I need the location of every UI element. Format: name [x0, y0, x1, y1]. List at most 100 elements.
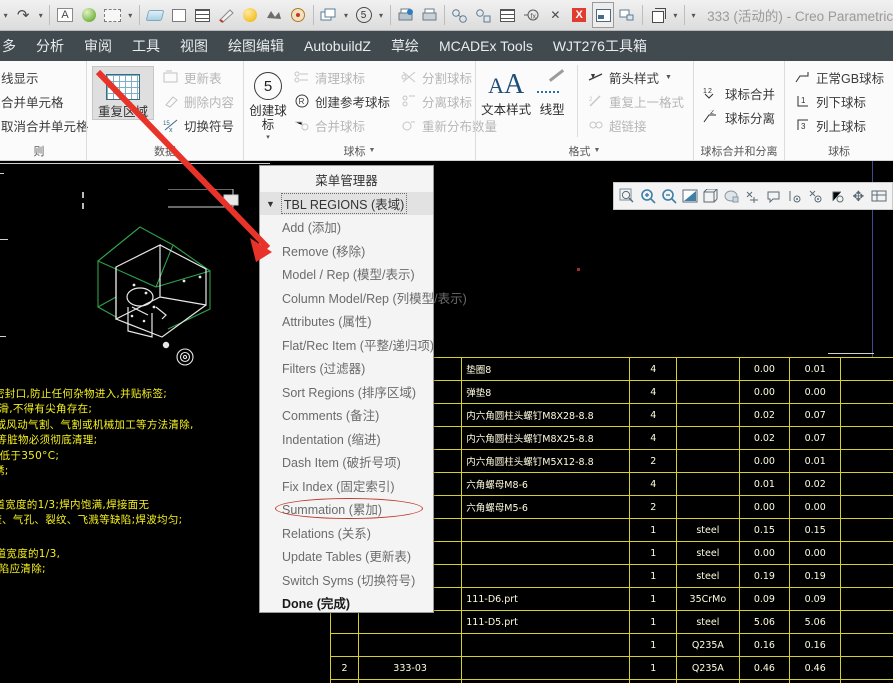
tab-review[interactable]: 审阅	[74, 31, 122, 61]
tab-sketch[interactable]: 草绘	[381, 31, 429, 61]
table-cell-w2[interactable]: 0.00	[789, 541, 842, 565]
zoom-in-icon[interactable]	[637, 184, 658, 208]
menu-item[interactable]: Filters (过滤器)	[260, 356, 433, 380]
table-cell-qty[interactable]: 1	[629, 564, 678, 588]
table-cell-rem[interactable]	[840, 426, 893, 450]
function-icon[interactable]: fx	[521, 2, 543, 28]
spin-center-icon[interactable]: ✥	[848, 184, 869, 208]
window-dropdown-caret[interactable]: ▾	[341, 2, 350, 28]
column-below-balloon-button[interactable]: 1 列下球标	[790, 89, 888, 113]
table-cell-mat[interactable]	[676, 357, 740, 381]
balloon-group-label[interactable]: 球标 ▼	[244, 141, 475, 160]
table-cell-name[interactable]: 板150x200x20	[461, 679, 631, 683]
selection-dropdown-caret[interactable]: ▾	[126, 2, 135, 28]
table-cell-name[interactable]: 内六角圆柱头螺钉M8X25-8.8	[461, 426, 631, 450]
repeat-region-button[interactable]: 重复区域	[92, 66, 154, 121]
table-cell-w2[interactable]: 0.46	[789, 656, 842, 680]
smiley-icon[interactable]	[239, 2, 261, 28]
drawing-canvas[interactable]: ✥ 有或塑料管密封口,防止任何杂物进入,并贴标签; 平整圆滑,不得有尖角存在; …	[0, 161, 893, 683]
menu-manager-header[interactable]: ▼ TBL REGIONS (表域)	[260, 192, 433, 215]
table-cell-name[interactable]: 六角螺母M5-6	[461, 495, 631, 519]
table-cell-w2[interactable]: 0.07	[789, 403, 842, 427]
menu-item[interactable]: Dash Item (破折号项)	[260, 450, 433, 474]
collapse-triangle-icon[interactable]: ▼	[266, 199, 275, 209]
menu-item[interactable]: Indentation (缩进)	[260, 427, 433, 451]
refit-icon[interactable]	[616, 184, 637, 208]
menu-item[interactable]: Column Model/Rep (列模型/表示)	[260, 286, 467, 310]
table-cell-qty[interactable]: 1	[629, 656, 678, 680]
balloon-tool-icon[interactable]	[449, 2, 471, 28]
table-cell-qty[interactable]: 1	[629, 587, 678, 611]
table-row[interactable]: 2 333-03 1 Q235A 0.46 0.46	[330, 656, 893, 680]
table-cell-name[interactable]	[461, 518, 631, 542]
table-row[interactable]: 1333-02板150x200x201Q235A4.644.64	[330, 679, 893, 683]
table-cell-w2[interactable]: 0.02	[789, 472, 842, 496]
table-cell-qty[interactable]: 4	[629, 472, 678, 496]
edit-pen-icon[interactable]	[215, 2, 237, 28]
table-cell-qty[interactable]: 4	[629, 426, 678, 450]
table-cell-w1[interactable]: 0.09	[738, 587, 791, 611]
tab-autobuildz[interactable]: AutobuildZ	[294, 31, 381, 61]
create-ref-balloon-button[interactable]: R 创建参考球标	[289, 89, 394, 113]
clean-balloon-button[interactable]: 清理球标	[289, 65, 394, 89]
menu-item[interactable]: Relations (关系)	[260, 521, 433, 545]
table-cell-w1[interactable]: 0.00	[738, 357, 791, 381]
redo-dropdown-caret[interactable]: ▾	[36, 2, 45, 28]
tab-more[interactable]: 多	[0, 31, 26, 61]
table-cell-mat[interactable]	[676, 472, 740, 496]
line-display-button[interactable]: 线显示	[0, 65, 93, 89]
menu-item[interactable]: Remove (移除)	[260, 239, 433, 263]
table-cell-w2[interactable]: 0.01	[789, 357, 842, 381]
create-balloon-caret[interactable]: ▾	[266, 133, 270, 141]
table-cell-name[interactable]: 111-D6.prt	[461, 587, 631, 611]
window-arrange-icon[interactable]	[318, 2, 340, 28]
print-icon[interactable]	[418, 2, 440, 28]
display-style-icon[interactable]	[700, 184, 721, 208]
tab-view[interactable]: 视图	[170, 31, 218, 61]
plate-icon[interactable]	[144, 2, 166, 28]
table-cell-w2[interactable]: 0.19	[789, 564, 842, 588]
table-cell-w1[interactable]: 0.00	[738, 541, 791, 565]
table-cell-mat[interactable]: Q235A	[676, 633, 740, 657]
table-cell-qty[interactable]: 1	[629, 518, 678, 542]
scale-5-icon[interactable]: 5	[353, 2, 375, 28]
hyperlink-button[interactable]: 超链接	[583, 113, 688, 137]
balloon-merge-button[interactable]: 12 球标合并	[699, 81, 779, 105]
table-cell-rem[interactable]	[840, 380, 893, 404]
table-cell-rem[interactable]	[840, 449, 893, 473]
table-cell-mat[interactable]	[676, 380, 740, 404]
datum-display-icon[interactable]	[742, 184, 763, 208]
table-cell-w1[interactable]: 0.02	[738, 426, 791, 450]
chevron-down-icon[interactable]: ▼	[594, 147, 601, 154]
table-cell-name[interactable]: 六角螺母M8-6	[461, 472, 631, 496]
repeat-region-icon[interactable]	[191, 2, 213, 28]
table-cell-rem[interactable]	[840, 610, 893, 634]
table-cell-idx[interactable]: 2	[330, 656, 359, 680]
cube-view-icon[interactable]	[647, 2, 669, 28]
table-cell-name[interactable]: 111-D5.prt	[461, 610, 631, 634]
table-cell-w1[interactable]: 4.64	[738, 679, 791, 683]
table-cell-mat[interactable]	[676, 449, 740, 473]
model-wireframe-view[interactable]	[28, 189, 258, 389]
window-small-icon[interactable]	[616, 2, 638, 28]
table-cell-mat[interactable]: steel	[676, 518, 740, 542]
tab-drawing-edit[interactable]: 绘图编辑	[218, 31, 294, 61]
menu-item[interactable]: Model / Rep (模型/表示)	[260, 262, 433, 286]
table-cell-idx[interactable]	[330, 633, 359, 657]
table-cell-rem[interactable]	[840, 679, 893, 683]
table-cell-name[interactable]	[461, 541, 631, 565]
table-cell-idx[interactable]: 1	[330, 679, 359, 683]
table-cell-w1[interactable]: 5.06	[738, 610, 791, 634]
table-cell-w1[interactable]: 0.19	[738, 564, 791, 588]
switch-symbols-button[interactable]: 15 x 切换符号	[158, 113, 238, 137]
table-cell-name[interactable]: 内六角圆柱头螺钉M5X12-8.8	[461, 449, 631, 473]
table-cell-qty[interactable]: 4	[629, 403, 678, 427]
close-red-icon[interactable]: X	[568, 2, 590, 28]
table-cell-mat[interactable]: steel	[676, 610, 740, 634]
table-cell-rem[interactable]	[840, 656, 893, 680]
balloon-split-button[interactable]: 2 球标分离	[699, 105, 779, 129]
update-table-button[interactable]: 更新表	[158, 65, 238, 89]
repeat-last-format-button[interactable]: 2 重复上一格式	[583, 89, 688, 113]
appearance-icon[interactable]	[721, 184, 742, 208]
table-cell-mat[interactable]: 35CrMo	[676, 587, 740, 611]
